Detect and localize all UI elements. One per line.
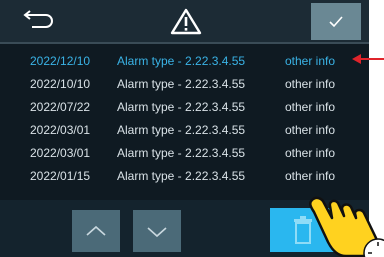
scroll-up-button[interactable] bbox=[72, 210, 120, 252]
alarm-info: other info bbox=[285, 169, 336, 183]
alarm-row[interactable]: 2022/03/01 Alarm type - 2.22.3.4.55 other … bbox=[0, 119, 369, 142]
alarm-type: Alarm type - 2.22.3.4.55 bbox=[117, 123, 246, 137]
alarm-row[interactable]: 2022/12/10 Alarm type - 2.22.3.4.55 other … bbox=[0, 50, 369, 73]
chevron-up-icon bbox=[86, 225, 106, 236]
alarm-type: Alarm type - 2.22.3.4.55 bbox=[117, 100, 246, 114]
checkmark-icon bbox=[329, 16, 343, 28]
alarm-date: 2022/10/10 bbox=[30, 77, 91, 91]
alarm-info: other info bbox=[285, 54, 336, 68]
chevron-down-icon bbox=[147, 227, 167, 238]
alarm-type: Alarm type - 2.22.3.4.55 bbox=[117, 146, 246, 160]
back-button[interactable] bbox=[18, 6, 60, 36]
alarm-date: 2022/01/15 bbox=[30, 169, 91, 183]
alarm-row[interactable]: 2022/07/22 Alarm type - 2.22.3.4.55 other … bbox=[0, 96, 369, 119]
alarm-type: Alarm type - 2.22.3.4.55 bbox=[117, 77, 246, 91]
back-arrow-icon bbox=[23, 10, 53, 28]
pointing-hand-icon bbox=[309, 196, 384, 257]
alarm-row[interactable]: 2022/01/15 Alarm type - 2.22.3.4.55 other … bbox=[0, 165, 369, 188]
header-divider bbox=[0, 42, 369, 44]
warning-triangle-icon bbox=[168, 6, 204, 36]
alarm-date: 2022/12/10 bbox=[30, 54, 91, 68]
alarm-info: other info bbox=[285, 100, 336, 114]
alarm-date: 2022/07/22 bbox=[30, 100, 91, 114]
alarm-row[interactable]: 2022/10/10 Alarm type - 2.22.3.4.55 other … bbox=[0, 73, 369, 96]
alarm-list: 2022/12/10 Alarm type - 2.22.3.4.55 other … bbox=[0, 50, 369, 188]
red-callout-arrow-icon bbox=[352, 54, 384, 64]
alarm-type: Alarm type - 2.22.3.4.55 bbox=[117, 169, 246, 183]
confirm-button[interactable] bbox=[311, 3, 361, 40]
alarm-date: 2022/03/01 bbox=[30, 123, 91, 137]
alarm-type: Alarm type - 2.22.3.4.55 bbox=[117, 54, 246, 68]
top-bar bbox=[0, 0, 369, 42]
alarm-row[interactable]: 2022/03/01 Alarm type - 2.22.3.4.55 other … bbox=[0, 142, 369, 165]
alarm-info: other info bbox=[285, 146, 336, 160]
scroll-down-button[interactable] bbox=[133, 210, 181, 252]
alarm-info: other info bbox=[285, 123, 336, 137]
alarm-date: 2022/03/01 bbox=[30, 146, 91, 160]
alarm-info: other info bbox=[285, 77, 336, 91]
